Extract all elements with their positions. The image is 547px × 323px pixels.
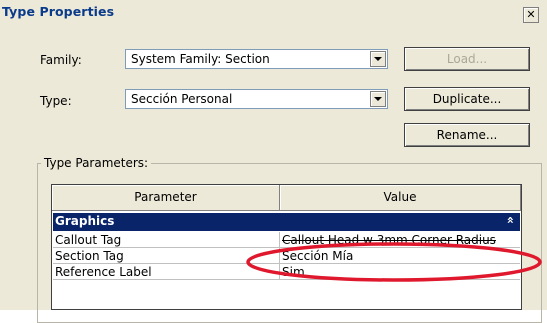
type-properties-dialog: Type Properties ✕ Family: System Family:… <box>0 0 547 323</box>
parameter-name: Callout Tag <box>55 233 122 247</box>
graphics-section-header[interactable]: Graphics » <box>53 213 520 231</box>
type-select[interactable]: Sección Personal <box>125 89 388 109</box>
section-name: Graphics <box>55 214 115 228</box>
parameter-value-cell[interactable]: Sección Mía <box>279 248 518 263</box>
parameter-name: Reference Label <box>55 265 152 279</box>
family-select[interactable]: System Family: Section <box>125 49 388 69</box>
load-button: Load... <box>404 47 530 71</box>
close-icon[interactable]: ✕ <box>523 7 539 23</box>
parameters-grid: Parameter Value Graphics » Callout Tag C… <box>51 184 522 310</box>
parameter-value: Callout Head w 3mm Corner Radius <box>282 233 496 247</box>
chevron-down-icon[interactable] <box>370 91 386 107</box>
table-row[interactable]: Section Tag Sección Mía <box>53 248 520 264</box>
parameter-value-cell[interactable]: Sim <box>279 264 518 279</box>
duplicate-button[interactable]: Duplicate... <box>404 87 530 111</box>
title-bar: Type Properties ✕ <box>0 0 547 24</box>
parameter-column-header[interactable]: Parameter <box>52 185 280 211</box>
type-parameters-label: Type Parameters: <box>41 156 152 170</box>
rename-button[interactable]: Rename... <box>404 123 530 147</box>
parameter-value: Sección Mía <box>282 249 354 263</box>
family-value: System Family: Section <box>131 52 270 66</box>
table-row[interactable]: Reference Label Sim <box>53 264 520 280</box>
table-row[interactable]: Callout Tag Callout Head w 3mm Corner Ra… <box>53 232 520 248</box>
collapse-icon[interactable]: » <box>503 216 517 224</box>
family-label: Family: <box>40 53 82 67</box>
parameter-name: Section Tag <box>55 249 124 263</box>
parameter-value-cell[interactable]: Callout Head w 3mm Corner Radius <box>279 232 518 247</box>
parameter-value: Sim <box>282 265 305 279</box>
chevron-down-icon[interactable] <box>370 51 386 67</box>
type-label: Type: <box>40 94 72 108</box>
value-column-header[interactable]: Value <box>280 185 521 211</box>
window-title: Type Properties <box>2 4 115 19</box>
type-value: Sección Personal <box>131 92 233 106</box>
